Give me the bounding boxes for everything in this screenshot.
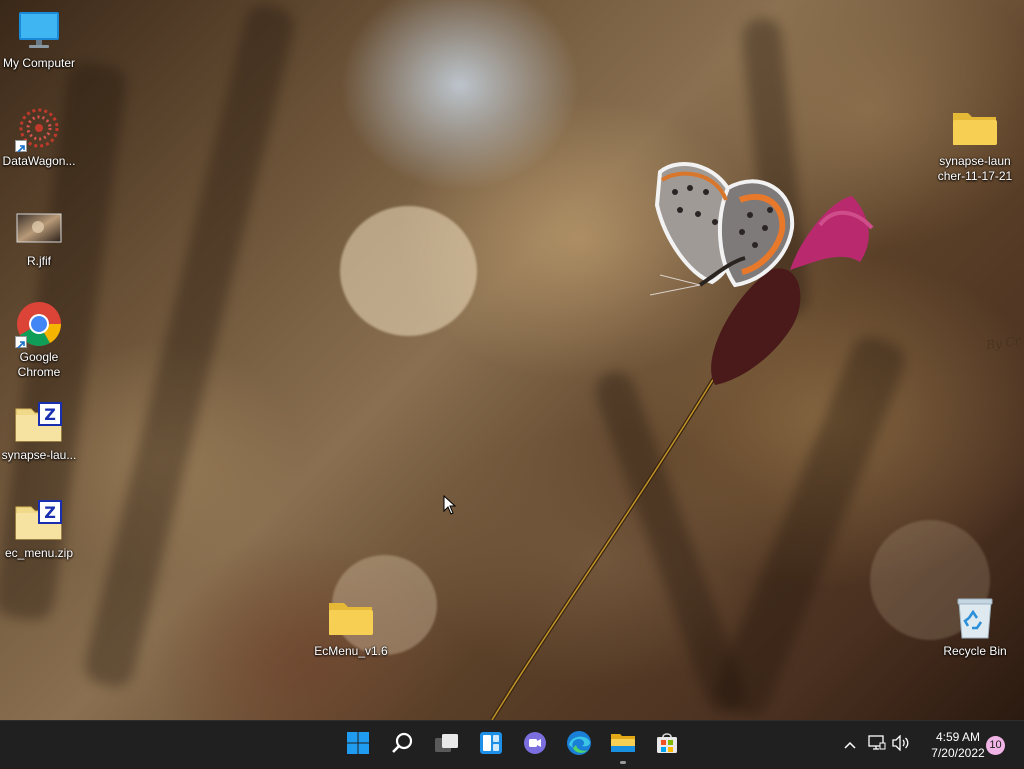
search-button[interactable] <box>385 727 421 763</box>
svg-text:Z: Z <box>44 503 56 522</box>
desktop-icon-recycle-bin[interactable]: Recycle Bin <box>936 594 1014 659</box>
edge-button[interactable] <box>561 727 597 763</box>
shortcut-arrow-icon <box>15 140 27 153</box>
file-explorer-icon <box>610 732 636 759</box>
widgets-icon <box>479 731 503 760</box>
desktop-wallpaper: By Cr <box>0 0 1024 720</box>
desktop-icon-label: synapse-laun cher-11-17-21 <box>937 154 1013 183</box>
windows-start-icon <box>346 731 370 760</box>
svg-text:Z: Z <box>44 405 56 424</box>
chevron-up-icon <box>844 736 856 754</box>
store-button[interactable] <box>649 727 685 763</box>
desktop-icon-synapse-zip[interactable]: Z synapse-lau... <box>0 398 78 463</box>
network-icon <box>868 734 886 756</box>
chat-icon <box>523 731 547 760</box>
desktop-icon-label: Google Chrome <box>17 350 61 379</box>
volume-button[interactable] <box>890 721 912 769</box>
desktop-icon-google-chrome[interactable]: Google Chrome <box>0 300 78 380</box>
monitor-icon <box>15 6 63 54</box>
shortcut-arrow-icon <box>15 336 27 349</box>
volume-icon <box>892 733 910 756</box>
butterfly-on-flower-photo <box>490 162 874 720</box>
widgets-button[interactable] <box>473 727 509 763</box>
desktop-icon-label: ec_menu.zip <box>4 546 74 560</box>
desktop-icon-label: Recycle Bin <box>943 644 1007 658</box>
chat-button[interactable] <box>517 727 553 763</box>
store-icon <box>655 731 679 760</box>
desktop-icon-ec-menu-zip[interactable]: Z ec_menu.zip <box>0 496 78 561</box>
zip-archive-icon: Z <box>15 496 63 544</box>
desktop-icon-datawagon[interactable]: DataWagon... <box>0 104 78 169</box>
desktop-icon-r-jfif[interactable]: R.jfif <box>0 204 78 269</box>
mouse-cursor-icon <box>443 494 457 520</box>
show-hidden-icons-button[interactable] <box>840 721 860 769</box>
desktop-icon-label: synapse-lau... <box>1 448 77 462</box>
zip-archive-icon: Z <box>15 398 63 446</box>
file-explorer-button[interactable] <box>605 727 641 763</box>
search-icon <box>391 731 415 760</box>
desktop-icon-label: DataWagon... <box>2 154 76 168</box>
desktop-icon-label: My Computer <box>2 56 76 70</box>
recycle-bin-icon <box>951 594 999 642</box>
folder-icon <box>327 594 375 642</box>
desktop-icon-label: EcMenu_v1.6 <box>314 644 388 658</box>
start-button[interactable] <box>340 727 376 763</box>
taskbar: 4:59 AM 7/20/2022 10 <box>0 720 1024 768</box>
task-view-button[interactable] <box>429 727 465 763</box>
desktop-icon-synapse-folder[interactable]: synapse-laun cher-11-17-21 <box>936 104 1014 184</box>
datawagon-logo-icon <box>15 104 63 153</box>
desktop-icon-my-computer[interactable]: My Computer <box>0 6 78 71</box>
edge-icon <box>566 730 592 761</box>
folder-icon <box>951 104 999 152</box>
image-file-icon <box>15 204 63 252</box>
network-button[interactable] <box>866 721 888 769</box>
desktop-icon-label: R.jfif <box>27 254 51 268</box>
notification-badge[interactable]: 10 <box>986 736 1005 755</box>
chrome-icon <box>15 300 63 349</box>
task-view-icon <box>434 732 460 759</box>
desktop-icon-ecmenu-folder[interactable]: EcMenu_v1.6 <box>312 594 390 659</box>
running-indicator <box>620 761 626 764</box>
